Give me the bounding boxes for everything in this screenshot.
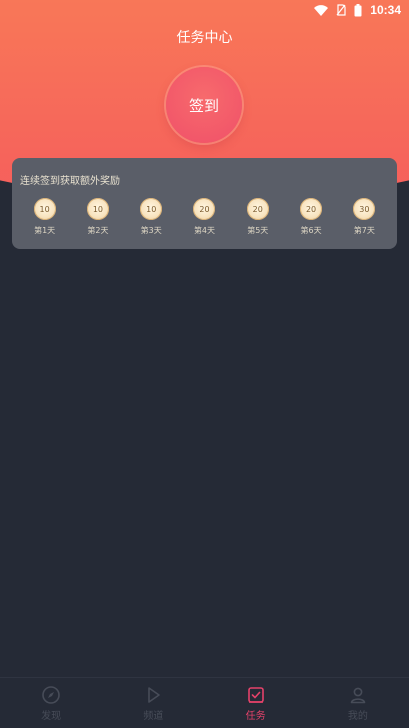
coin-badge: 10 <box>33 198 56 220</box>
nav-item-discover[interactable]: 发现 <box>11 685 91 722</box>
streak-card: 连续签到获取额外奖励 10 第1天 10 第2天 10 第3天 20 第4天 2… <box>12 158 397 249</box>
nav-label: 我的 <box>347 710 368 722</box>
coin-badge: 30 <box>353 198 376 220</box>
no-sim-icon <box>336 4 346 16</box>
streak-day-6: 20 第6天 <box>289 198 333 236</box>
task-icon <box>247 686 264 703</box>
streak-title: 连续签到获取额外奖励 <box>20 176 120 187</box>
streak-day-5: 20 第5天 <box>236 198 280 236</box>
streak-day-1: 10 第1天 <box>23 198 67 236</box>
nav-label: 频道 <box>143 710 164 722</box>
day-label: 第7天 <box>353 226 375 235</box>
day-label: 第5天 <box>247 226 269 235</box>
nav-label: 发现 <box>41 710 62 722</box>
streak-day-3: 10 第3天 <box>129 198 173 236</box>
nav-item-mine[interactable]: 我的 <box>318 685 398 722</box>
day-label: 第4天 <box>193 226 216 235</box>
nav-item-channel[interactable]: 频道 <box>113 685 193 722</box>
coin-badge: 10 <box>140 198 163 220</box>
sign-in-button[interactable]: 签到 <box>166 67 242 143</box>
coin-badge: 20 <box>246 198 269 220</box>
user-icon <box>350 687 366 703</box>
coin-badge: 10 <box>86 198 109 220</box>
day-label: 第6天 <box>300 226 322 235</box>
battery-icon <box>354 3 362 16</box>
streak-day-7: 30 第7天 <box>342 198 386 236</box>
nav-item-task[interactable]: 任务 <box>216 685 296 722</box>
status-time: 10:34 <box>370 3 401 17</box>
play-icon <box>148 686 161 703</box>
day-label: 第3天 <box>140 226 162 235</box>
day-label: 第2天 <box>87 226 109 235</box>
status-bar: 10:34 <box>0 0 409 20</box>
nav-label: 任务 <box>245 710 266 722</box>
day-label: 第1天 <box>34 226 56 235</box>
bottom-nav: 发现 频道 任务 我的 <box>0 677 409 728</box>
coin-badge: 20 <box>193 198 216 220</box>
compass-icon <box>42 685 60 704</box>
streak-days: 10 第1天 10 第2天 10 第3天 20 第4天 20 第5天 20 第6… <box>12 198 397 236</box>
streak-day-4: 20 第4天 <box>182 198 226 236</box>
coin-badge: 20 <box>300 198 323 220</box>
wifi-icon <box>314 4 329 16</box>
streak-day-2: 10 第2天 <box>76 198 120 236</box>
page-title: 任务中心 <box>176 30 233 46</box>
